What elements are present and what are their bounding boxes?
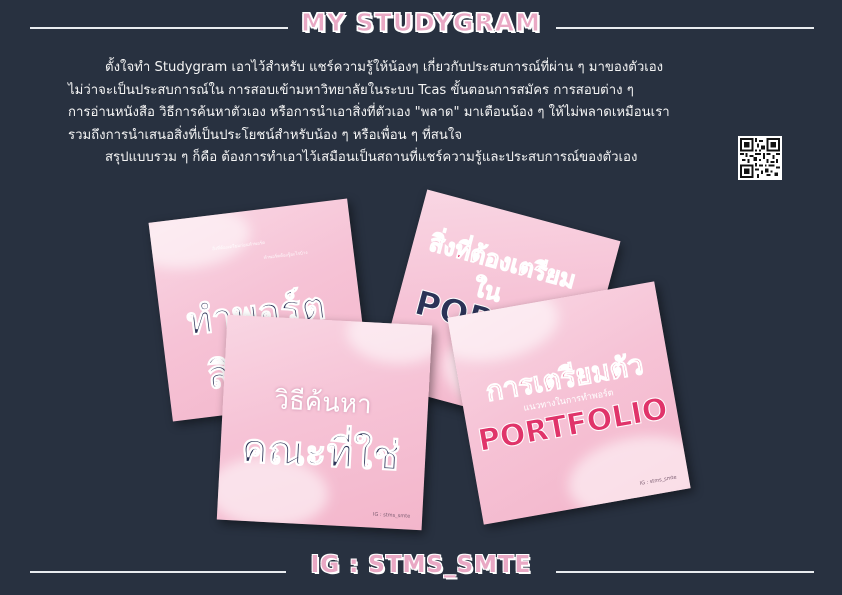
header-rule-right — [556, 27, 814, 29]
intro-line: การอ่านหนังสือ วิธีการค้นหาตัวเอง หรือกา… — [68, 105, 670, 121]
footer-handle[interactable]: IG : STMS_SMTE — [0, 552, 842, 578]
intro-paragraph: ตั้งใจทำ Studygram เอาไว้สำหรับ แชร์ความ… — [68, 57, 732, 170]
post-card-prepare-portfolio[interactable]: การเตรียมตัว แนวทางในการทำพอร์ต PORTFOLI… — [447, 281, 691, 525]
intro-line: สรุปแบบรวม ๆ ก็คือ ต้องการทำเอาไว้เสมือน… — [105, 150, 638, 166]
page-title: MY STUDYGRAM — [300, 8, 542, 38]
intro-line: รวมถึงการนำเสนอสิ่งที่เป็นประโยชน์สำหรับ… — [68, 127, 463, 143]
footer-rule-right — [556, 571, 814, 573]
intro-line: ตั้งใจทำ Studygram เอาไว้สำหรับ แชร์ความ… — [105, 60, 664, 75]
card-small-text: ทำพอร์ตต้องรู้อะไรบ้าง — [263, 250, 308, 262]
intro-line: ไม่ว่าจะเป็นประสบการณ์ใน การสอบเข้ามหาวิ… — [68, 82, 634, 98]
post-card-find-faculty[interactable]: วิธีค้นหา คณะที่ใช่ IG : stms_smte — [216, 314, 433, 531]
qr-code-icon[interactable] — [738, 136, 782, 180]
card-main-text: คณะที่ใช่ — [240, 425, 402, 480]
card-tag: IG : stms_smte — [372, 511, 411, 520]
card-title: สิ่งที่ต้องเตรียม — [426, 228, 580, 295]
cloud-decoration — [148, 200, 254, 275]
